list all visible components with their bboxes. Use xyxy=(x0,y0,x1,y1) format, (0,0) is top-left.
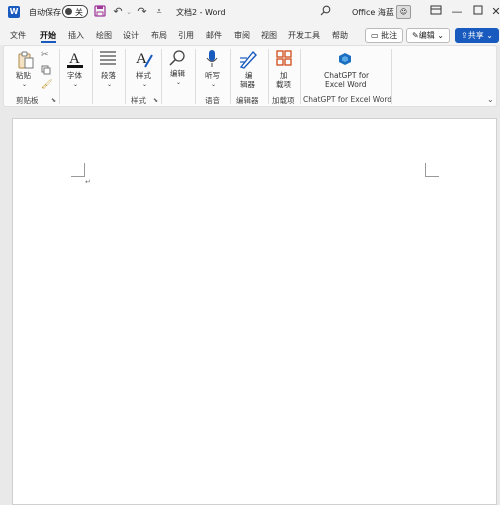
tab-review[interactable]: 审阅 xyxy=(234,30,250,41)
paste-dropdown-icon[interactable]: ⌄ xyxy=(22,80,27,89)
comment-icon: ▭ xyxy=(371,31,382,40)
add-ins-label-line2[interactable]: 载项 xyxy=(276,80,291,89)
tab-layout[interactable]: 布局 xyxy=(151,30,167,41)
toggle-knob xyxy=(65,8,72,15)
chatgpt-icon[interactable] xyxy=(338,52,352,68)
clipboard-launcher-icon[interactable]: ⬊ xyxy=(51,97,56,104)
maximize-icon[interactable] xyxy=(470,4,486,20)
chatgpt-label-line2[interactable]: Excel Word xyxy=(325,80,367,89)
paragraph-dropdown-icon[interactable]: ⌄ xyxy=(107,80,112,89)
pencil-icon: ✎ xyxy=(412,31,419,40)
paste-icon[interactable] xyxy=(17,51,35,71)
divider xyxy=(161,49,162,104)
chatgpt-label-line1[interactable]: ChatGPT for xyxy=(324,71,369,80)
editor-group-label: 编辑器 xyxy=(236,96,259,105)
voice-group-label: 语音 xyxy=(205,96,220,105)
document-title: 文档2 - Word xyxy=(176,8,226,17)
add-ins-label-line1[interactable]: 加 xyxy=(280,71,288,80)
margin-corner-right xyxy=(425,163,439,177)
dictate-label[interactable]: 听写 xyxy=(205,71,220,80)
autosave-label: 自动保存 xyxy=(29,8,61,17)
avatar[interactable]: ☺ xyxy=(396,5,411,19)
paragraph-mark-icon: ↵ xyxy=(85,178,91,186)
microphone-icon[interactable] xyxy=(206,49,218,71)
divider xyxy=(391,49,392,104)
divider xyxy=(125,49,126,104)
paste-label[interactable]: 粘贴 xyxy=(16,71,31,80)
toggle-state-text: 关 xyxy=(75,8,83,17)
font-icon[interactable]: A xyxy=(65,49,85,71)
styles-icon[interactable]: A xyxy=(135,49,155,71)
editor-icon[interactable] xyxy=(238,49,258,71)
comments-label: 批注 xyxy=(381,31,398,40)
paragraph-label[interactable]: 段落 xyxy=(101,71,116,80)
tab-developer[interactable]: 开发工具 xyxy=(288,30,320,41)
autosave-toggle[interactable]: 关 xyxy=(62,5,88,18)
share-label: 共享 xyxy=(467,31,484,40)
find-icon[interactable] xyxy=(168,49,186,69)
word-logo-icon: W xyxy=(8,6,20,18)
divider xyxy=(59,49,60,104)
tab-file[interactable]: 文件 xyxy=(10,30,26,41)
save-icon[interactable] xyxy=(93,5,107,19)
chevron-down-icon: ⌄ xyxy=(483,31,493,40)
divider xyxy=(230,49,231,104)
search-icon[interactable] xyxy=(318,5,332,19)
styles-dropdown-icon[interactable]: ⌄ xyxy=(142,80,147,89)
styles-launcher-icon[interactable]: ⬊ xyxy=(153,97,158,104)
user-name[interactable]: Office 海蓝 xyxy=(352,7,394,18)
add-ins-icon[interactable] xyxy=(276,50,292,68)
comments-button[interactable]: ▭ 批注 xyxy=(365,28,404,43)
close-icon[interactable]: ✕ xyxy=(488,4,500,20)
editor-label-line1[interactable]: 编 xyxy=(245,71,253,80)
chatgpt-group-label: ChatGPT for Excel Word xyxy=(303,95,393,104)
tab-mailings[interactable]: 邮件 xyxy=(206,30,222,41)
divider xyxy=(92,49,93,104)
redo-icon[interactable]: ↷ xyxy=(135,5,149,19)
font-dropdown-icon[interactable]: ⌄ xyxy=(73,80,78,89)
customize-toolbar-icon[interactable]: ⩡ xyxy=(152,5,166,19)
tab-design[interactable]: 设计 xyxy=(123,30,139,41)
share-button[interactable]: ⇪共享 ⌄ xyxy=(455,28,499,43)
tab-insert[interactable]: 插入 xyxy=(68,30,84,41)
editing-mode-button[interactable]: ✎编辑 ⌄ xyxy=(406,28,450,43)
share-icon: ⇪ xyxy=(461,31,468,40)
styles-group-label: 样式 xyxy=(131,96,146,105)
editing-mode-label: 编辑 xyxy=(418,31,435,40)
divider xyxy=(195,49,196,104)
add-ins-group-label: 加载项 xyxy=(272,96,295,105)
editing-dropdown-icon[interactable]: ⌄ xyxy=(176,78,181,87)
tab-help[interactable]: 帮助 xyxy=(332,30,348,41)
font-label[interactable]: 字体 xyxy=(67,71,82,80)
divider xyxy=(300,49,301,104)
format-painter-icon[interactable]: 🖌 xyxy=(41,80,52,90)
styles-label[interactable]: 样式 xyxy=(136,71,151,80)
divider xyxy=(268,49,269,104)
copy-icon[interactable] xyxy=(41,65,51,77)
ribbon-display-options-icon[interactable] xyxy=(428,4,444,20)
chevron-down-icon: ⌄ xyxy=(434,31,444,40)
undo-dropdown-icon[interactable]: ⌄ xyxy=(122,5,136,19)
collapse-ribbon-icon[interactable]: ⌄ xyxy=(487,95,494,104)
tab-view[interactable]: 视图 xyxy=(261,30,277,41)
tab-home[interactable]: 开始 xyxy=(40,30,56,41)
title-bar: W 自动保存 关 ↶ ⌄ ↷ ⩡ 文档2 - Word Office 海蓝 ☺ … xyxy=(0,0,500,25)
svg-text:A: A xyxy=(69,51,80,67)
editor-label-line2[interactable]: 辑器 xyxy=(240,80,255,89)
dictate-dropdown-icon[interactable]: ⌄ xyxy=(211,80,216,89)
clipboard-group-label: 剪贴板 xyxy=(16,96,39,105)
minimize-icon[interactable]: — xyxy=(449,4,465,20)
active-tab-indicator xyxy=(41,41,56,43)
editing-label[interactable]: 编辑 xyxy=(170,69,185,78)
tab-draw[interactable]: 绘图 xyxy=(96,30,112,41)
cut-icon[interactable]: ✂ xyxy=(41,50,49,60)
tab-references[interactable]: 引用 xyxy=(178,30,194,41)
paragraph-icon[interactable] xyxy=(99,50,117,68)
margin-corner-left xyxy=(71,163,85,177)
